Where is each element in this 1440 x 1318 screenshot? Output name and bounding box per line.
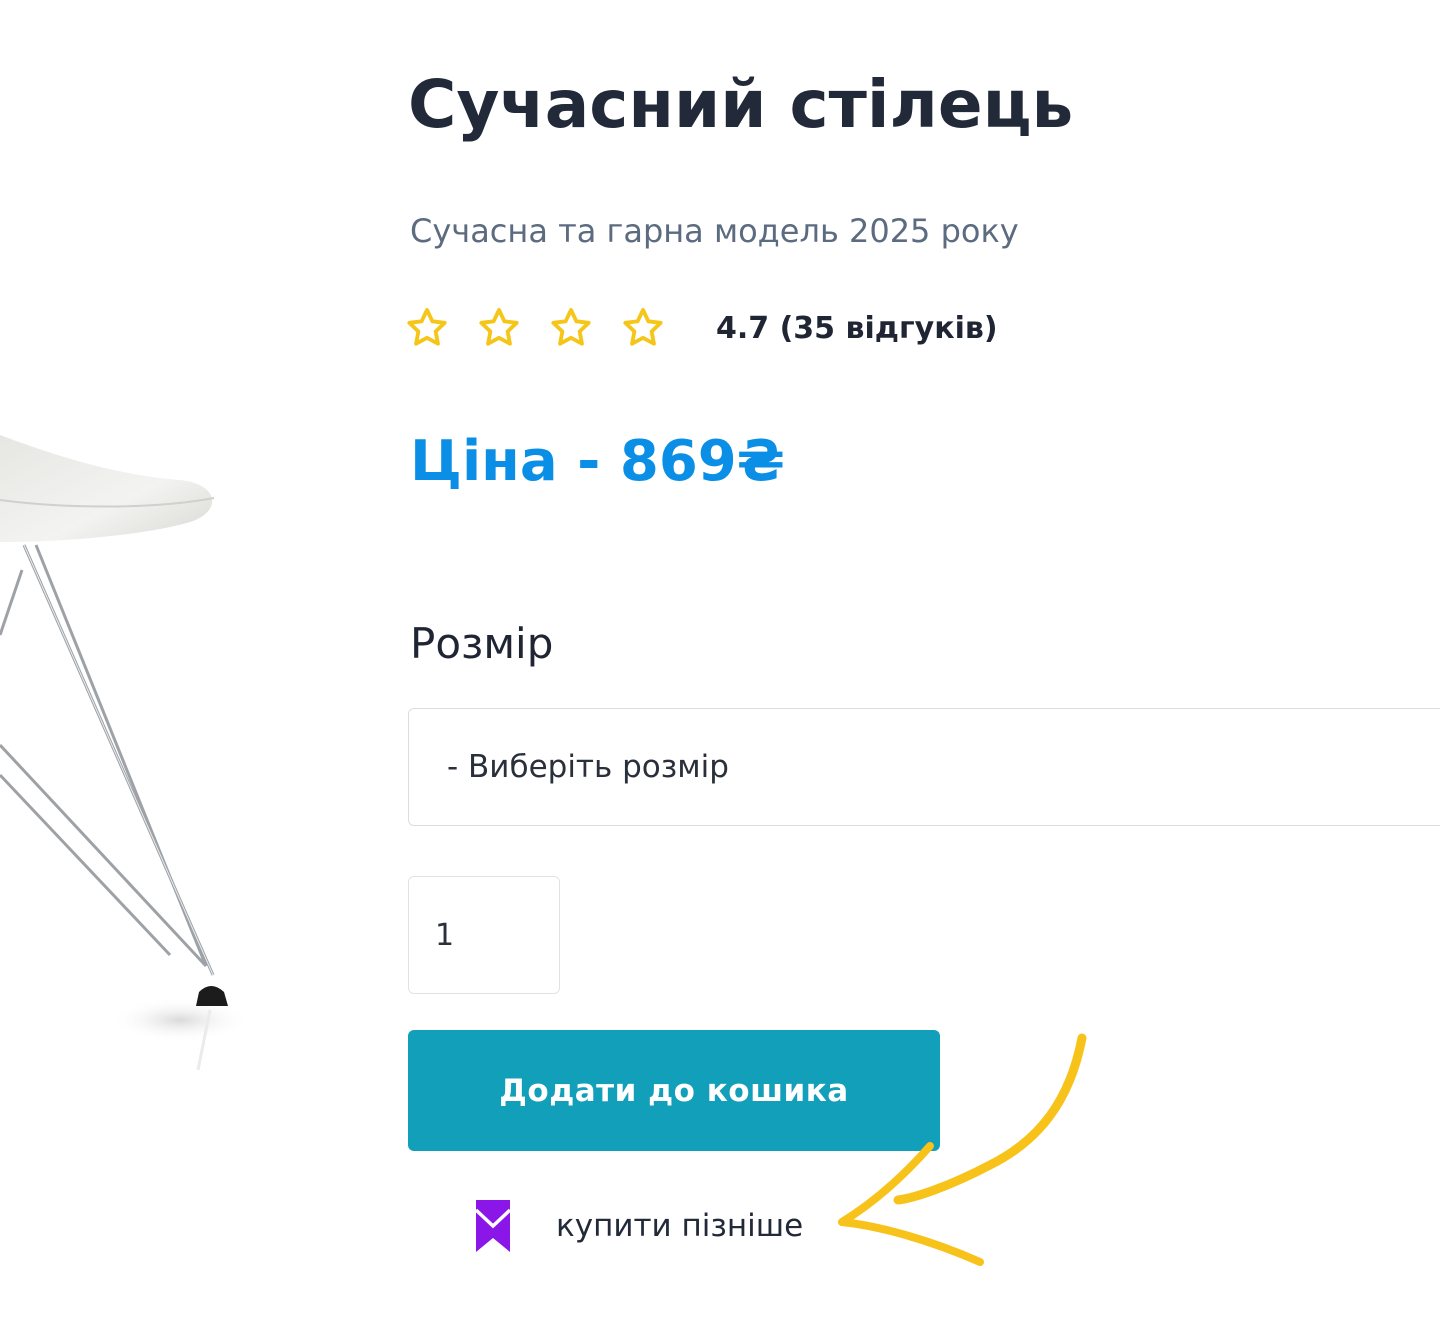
buy-later-link[interactable]: купити пізніше bbox=[470, 1196, 803, 1256]
size-select-value: - Виберіть розмір bbox=[447, 749, 729, 785]
add-to-cart-button[interactable]: Додати до кошика bbox=[408, 1030, 940, 1151]
size-select[interactable]: - Виберіть розмір bbox=[408, 708, 1440, 826]
star-icon bbox=[407, 308, 447, 346]
buy-later-label: купити пізніше bbox=[556, 1208, 804, 1244]
star-icon bbox=[479, 308, 519, 346]
product-subtitle: Сучасна та гарна модель 2025 року bbox=[410, 212, 1019, 250]
star-icon bbox=[551, 308, 591, 346]
product-title: Сучасний стілець bbox=[408, 66, 1074, 143]
rating: 4.7 (35 відгуків) bbox=[404, 300, 998, 356]
rating-summary: 4.7 (35 відгуків) bbox=[716, 310, 998, 346]
product-price: Ціна - 869₴ bbox=[410, 429, 785, 494]
product-image bbox=[0, 435, 250, 1071]
quantity-input[interactable] bbox=[408, 876, 560, 994]
bookmark-icon bbox=[474, 1200, 512, 1252]
star-icon bbox=[623, 308, 663, 346]
size-label: Розмір bbox=[410, 619, 554, 668]
